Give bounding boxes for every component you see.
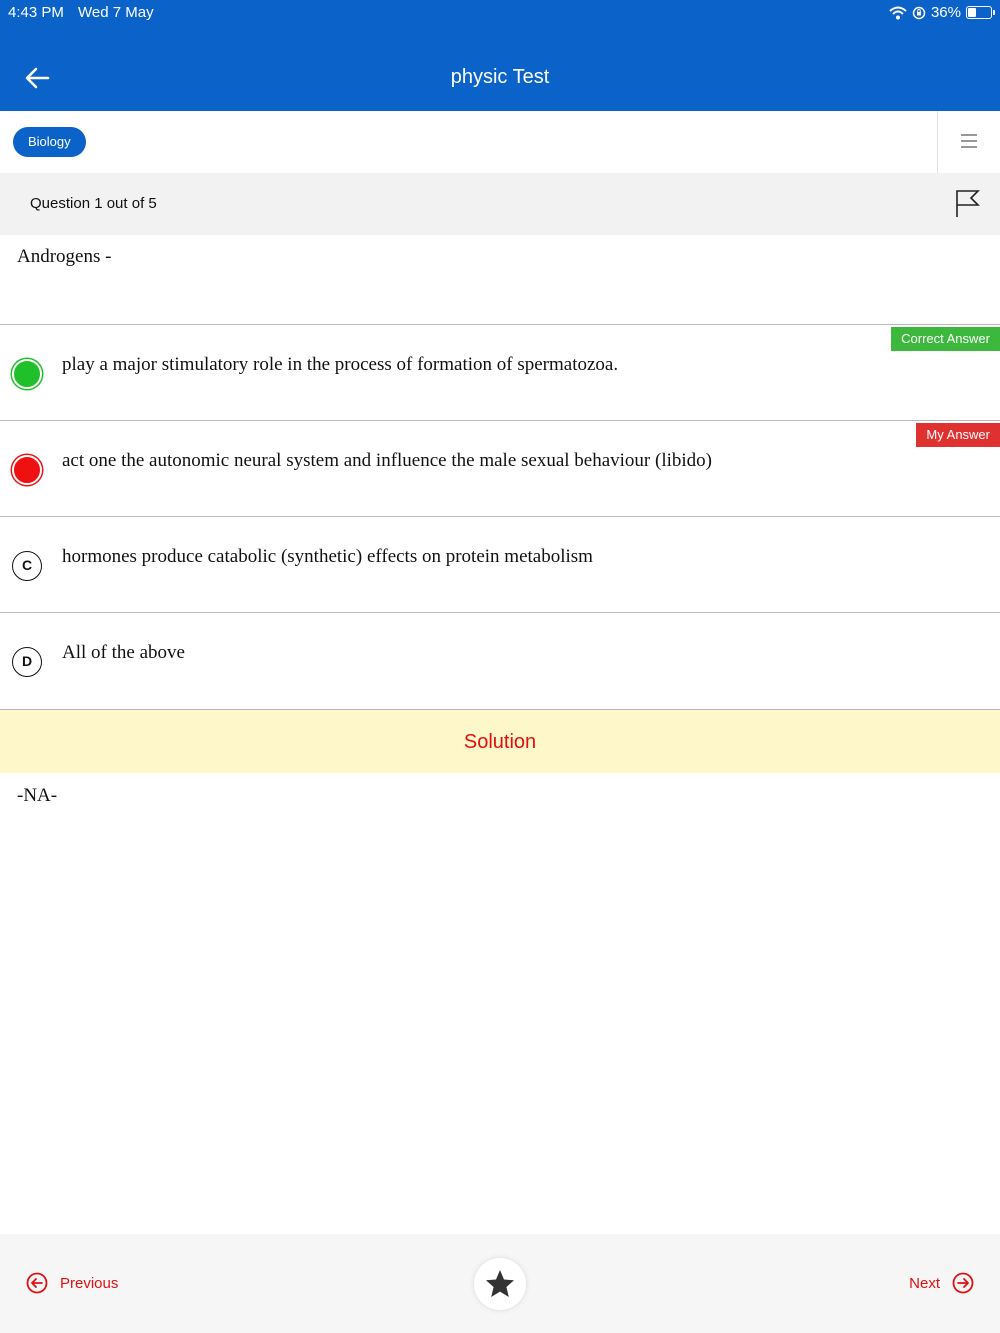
app-header: 4:43 PM Wed 7 May 36% physic Test: [0, 0, 1000, 111]
solution-text: -NA-: [17, 785, 58, 806]
option-text: act one the autonomic neural system and …: [62, 450, 712, 471]
subject-tab-biology[interactable]: Biology: [13, 127, 86, 157]
next-button[interactable]: Next: [909, 1272, 974, 1294]
flag-icon: [956, 190, 980, 217]
option-c[interactable]: C hormones produce catabolic (synthetic)…: [0, 516, 1000, 612]
correct-marker-icon: [12, 359, 42, 389]
option-a[interactable]: play a major stimulatory role in the pro…: [0, 324, 1000, 420]
arrow-right-circle-icon: [952, 1272, 974, 1294]
status-bar-left: 4:43 PM Wed 7 May: [8, 4, 164, 21]
status-bar-right: 36%: [889, 4, 995, 21]
question-text: Androgens -: [17, 246, 112, 267]
option-letter-c: C: [12, 551, 42, 581]
correct-answer-badge: Correct Answer: [891, 327, 1000, 351]
subject-bar: Biology: [0, 111, 1000, 173]
my-answer-badge: My Answer: [916, 423, 1000, 447]
battery-percent: 36%: [930, 4, 961, 21]
solution-label: Solution: [463, 731, 537, 753]
bottom-nav: Previous Next: [0, 1234, 1000, 1333]
hamburger-icon: [961, 134, 977, 148]
option-b[interactable]: act one the autonomic neural system and …: [0, 420, 1000, 516]
flag-button[interactable]: [954, 188, 982, 218]
arrow-left-circle-icon: [26, 1272, 48, 1294]
solution-header: Solution: [0, 709, 1000, 773]
battery-icon: [966, 6, 995, 19]
option-text: All of the above: [62, 642, 185, 663]
wrong-marker-icon: [12, 455, 42, 485]
question-counter: Question 1 out of 5: [30, 195, 157, 212]
question-info-bar: Question 1 out of 5: [0, 173, 1000, 235]
wifi-icon: [889, 6, 907, 19]
page-title: physic Test: [450, 66, 550, 88]
bookmark-button[interactable]: [474, 1258, 526, 1310]
previous-button[interactable]: Previous: [26, 1272, 118, 1294]
option-d[interactable]: D All of the above: [0, 612, 1000, 708]
previous-label: Previous: [60, 1274, 119, 1292]
next-label: Next: [909, 1274, 940, 1292]
star-icon: [486, 1270, 514, 1297]
orientation-lock-icon: [912, 6, 926, 19]
status-time: 4:43 PM: [8, 4, 64, 21]
option-text: play a major stimulatory role in the pro…: [62, 354, 619, 375]
option-letter-d: D: [12, 647, 42, 677]
option-text: hormones produce catabolic (synthetic) e…: [62, 546, 593, 567]
menu-button[interactable]: [937, 111, 1000, 173]
status-date: Wed 7 May: [78, 4, 154, 21]
